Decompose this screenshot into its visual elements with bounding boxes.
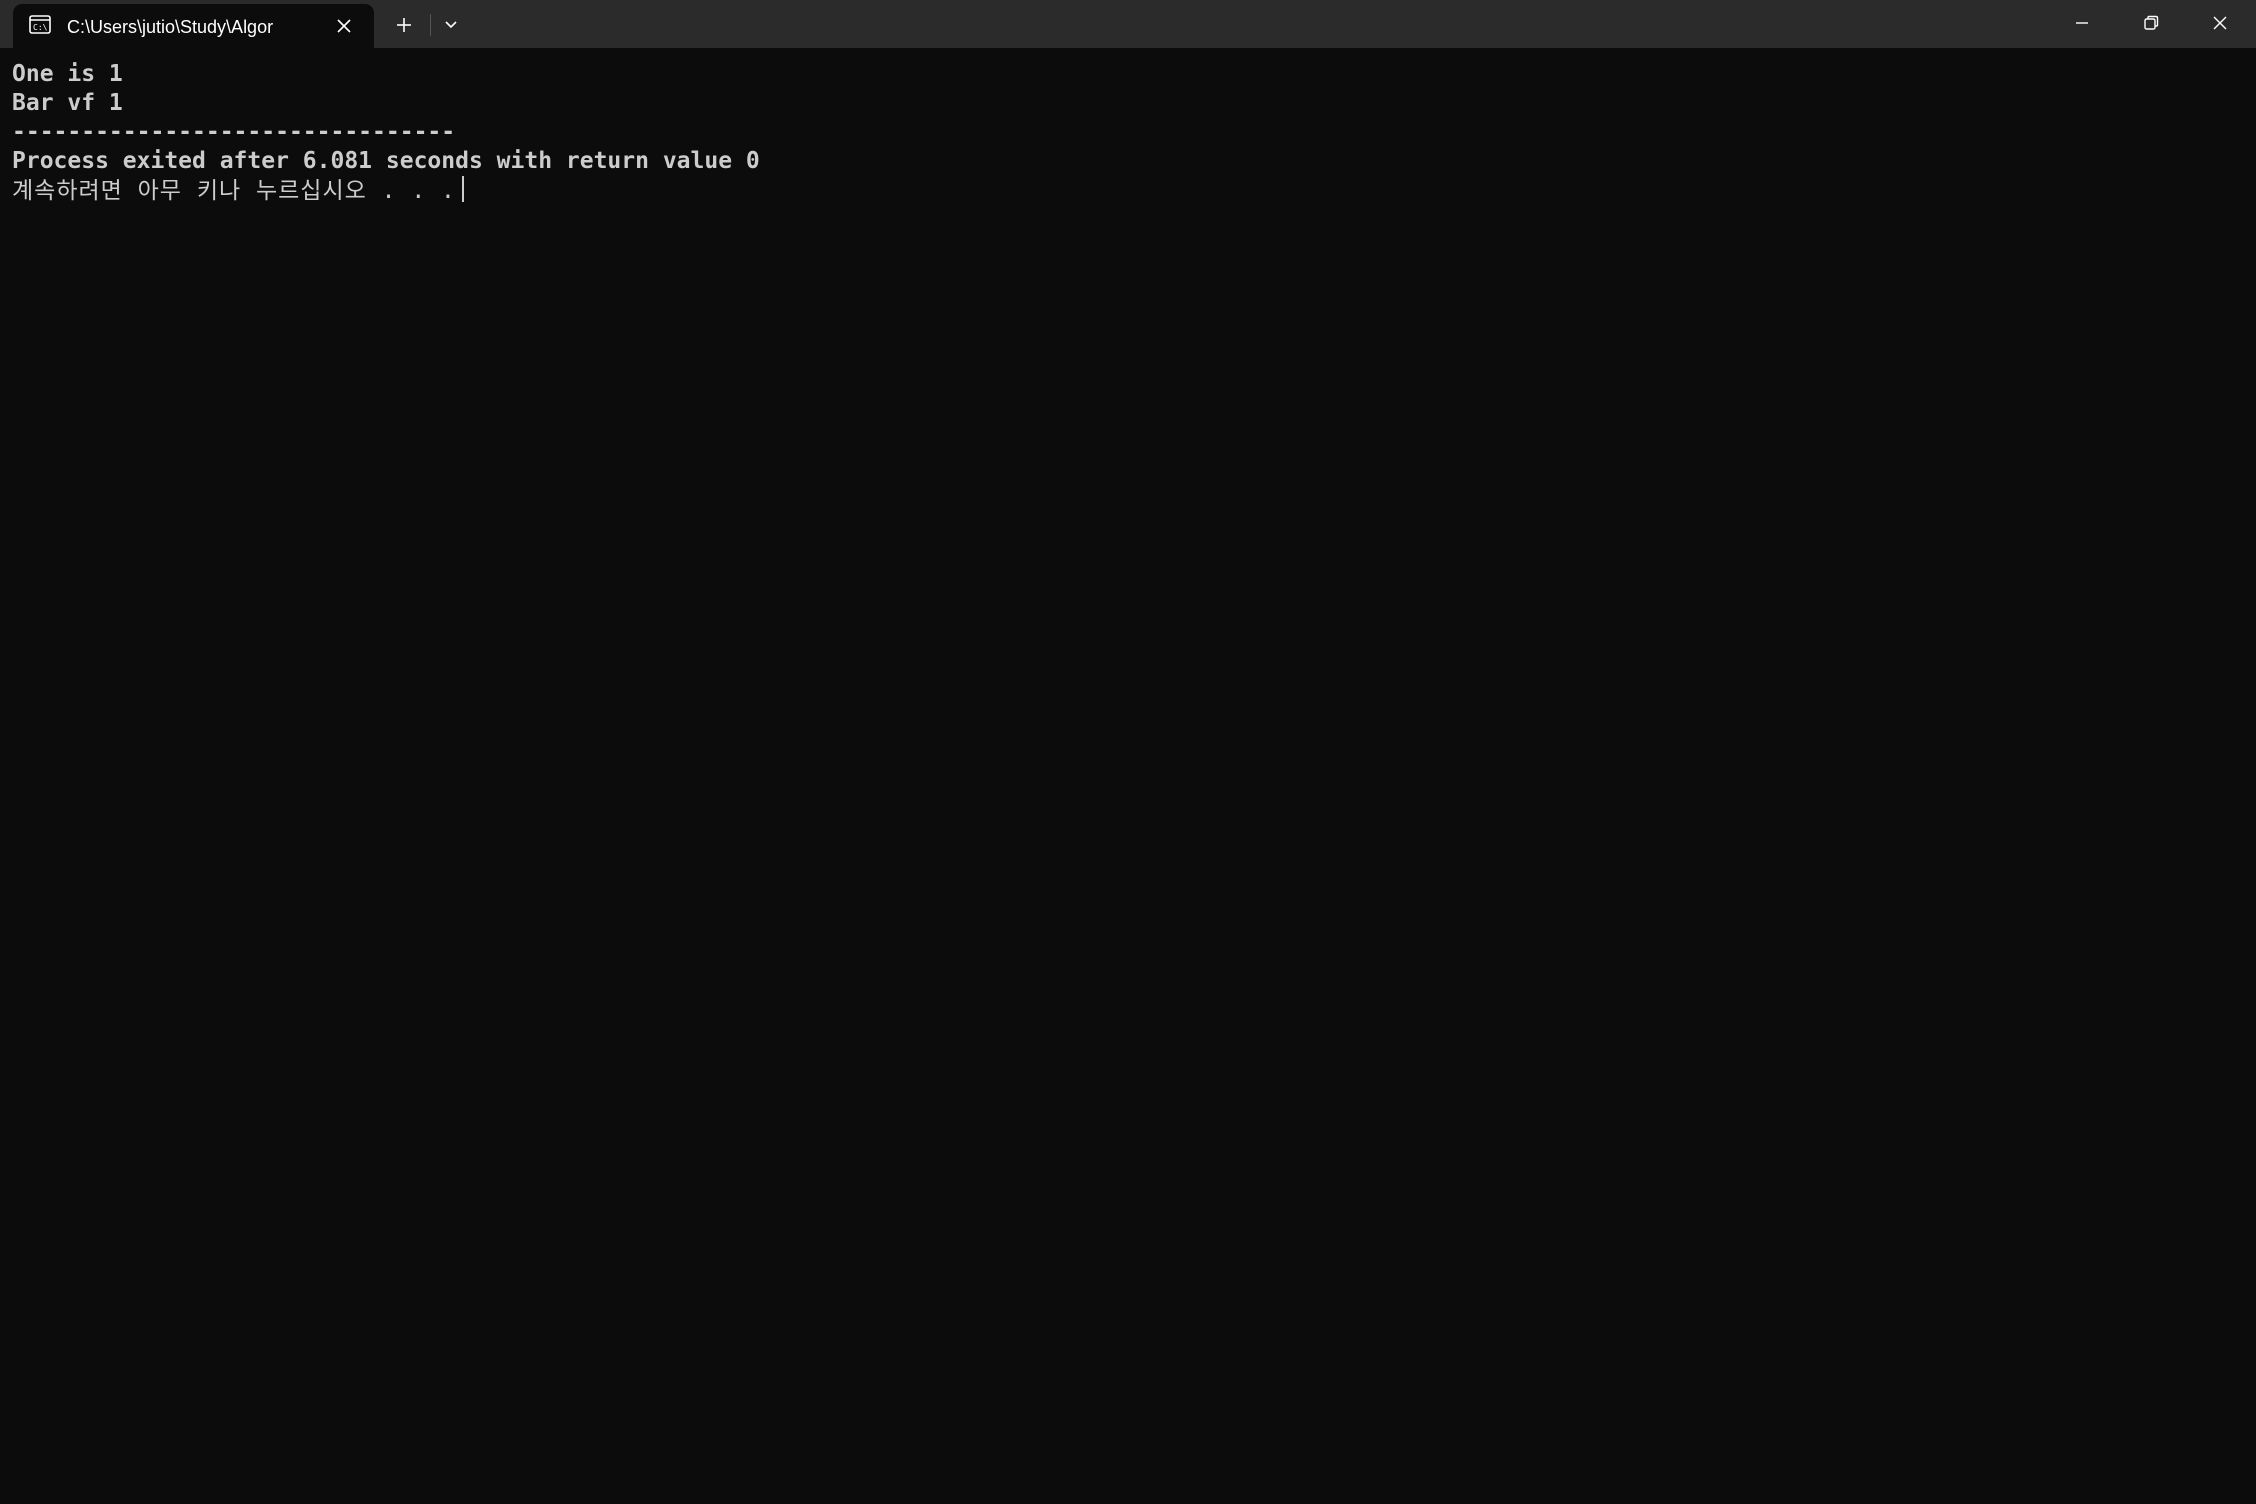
tab-dropdown-button[interactable] — [436, 10, 466, 40]
restore-icon — [2144, 15, 2159, 30]
terminal-tab[interactable]: C:\ C:\Users\jutio\Study\Algor — [13, 4, 374, 48]
tab-separator — [430, 14, 431, 36]
svg-text:C:\: C:\ — [33, 23, 48, 32]
output-line: One is 1 — [12, 61, 123, 87]
restore-button[interactable] — [2117, 0, 2186, 46]
title-bar: C:\ C:\Users\jutio\Study\Algor — [0, 0, 2256, 48]
tab-title: C:\Users\jutio\Study\Algor — [67, 17, 274, 37]
console-icon: C:\ — [29, 15, 51, 34]
new-tab-button[interactable] — [388, 10, 420, 40]
separator-line: -------------------------------- — [12, 119, 456, 145]
text-cursor — [461, 176, 464, 202]
process-exit-line: Process exited after 6.081 seconds with … — [12, 148, 760, 174]
terminal-output[interactable]: One is 1 Bar vf 1 ----------------------… — [12, 60, 2244, 1490]
press-key-prompt: 계속하려면 아무 키나 누르십시오 . . . — [12, 178, 456, 204]
close-window-button[interactable] — [2186, 0, 2255, 46]
tab-close-icon[interactable] — [333, 15, 355, 37]
output-line: Bar vf 1 — [12, 90, 123, 116]
plus-icon — [397, 18, 411, 32]
press-key-prompt-line: 계속하려면 아무 키나 누르십시오 . . . — [12, 176, 2244, 205]
chevron-down-icon — [445, 21, 457, 29]
close-icon — [2213, 16, 2227, 30]
minimize-button[interactable] — [2048, 0, 2117, 46]
minimize-icon — [2076, 22, 2088, 24]
